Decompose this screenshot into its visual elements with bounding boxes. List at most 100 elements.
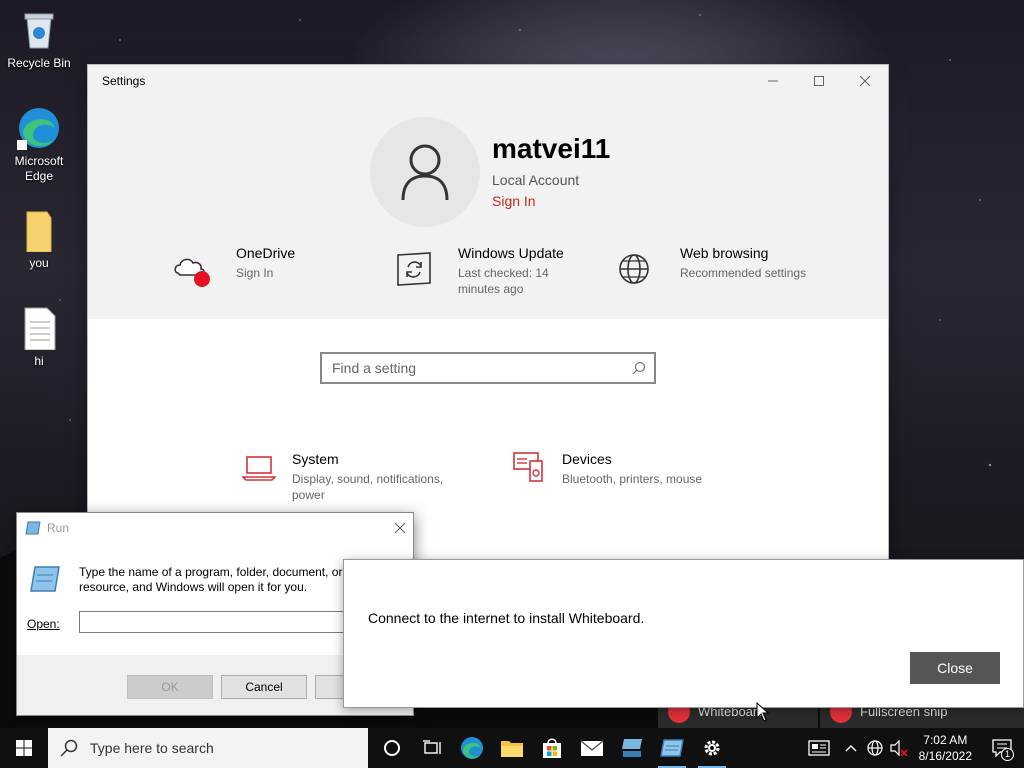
recycle-bin-icon (24, 13, 54, 49)
taskbar-search-placeholder: Type here to search (90, 740, 214, 756)
start-button[interactable] (0, 728, 48, 768)
run-description: Type the name of a program, folder, docu… (79, 565, 343, 594)
devices-icon (513, 452, 543, 482)
run-titlebar[interactable]: Run (17, 513, 413, 543)
search-icon (60, 739, 78, 757)
settings-search-input[interactable]: Find a setting (320, 352, 656, 384)
clock-date: 8/16/2022 (918, 749, 972, 763)
settings-titlebar[interactable]: Settings (88, 65, 888, 97)
store-bag-icon (543, 738, 561, 758)
category-subtitle: Display, sound, notifications, power (292, 472, 444, 502)
sign-in-link[interactable]: Sign In (492, 193, 536, 209)
ok-button[interactable]: OK (127, 675, 213, 699)
text-file-icon (24, 307, 56, 350)
desktop-icon-label: hi (34, 354, 44, 368)
globe-icon (619, 254, 649, 284)
desktop-icon-label: you (29, 256, 49, 270)
clock[interactable]: 7:02 AM 8/16/2022 (911, 732, 980, 764)
tile-name: OneDrive (236, 245, 296, 261)
desktop-icon-label: Microsoft Edge (14, 154, 64, 183)
category-name: System (292, 451, 339, 467)
close-button[interactable] (842, 65, 888, 97)
desktop-icon-folder-you[interactable]: you (0, 208, 78, 271)
taskbar-app-a[interactable] (612, 728, 652, 768)
maximize-icon (814, 76, 824, 86)
avatar[interactable] (370, 117, 480, 227)
run-title: Run (47, 521, 70, 535)
volume-button[interactable] (887, 728, 911, 768)
minimize-button[interactable] (750, 65, 796, 97)
tile-onedrive[interactable]: OneDrive Sign In (172, 245, 372, 305)
account-header: matvei11 Local Account Sign In OneDrive … (88, 97, 888, 319)
taskbar-run[interactable] (652, 728, 692, 768)
search-placeholder: Find a setting (332, 360, 417, 376)
run-icon (660, 739, 684, 757)
laptop-icon (242, 456, 276, 481)
gear-icon (704, 740, 720, 756)
folder-icon (501, 741, 523, 757)
notification-count-badge: 1 (1001, 748, 1014, 761)
close-icon (860, 76, 870, 86)
edge-icon (461, 737, 483, 759)
notification-center-button[interactable]: 1 (980, 728, 1024, 768)
news-icon (807, 740, 830, 756)
edge-icon (17, 108, 59, 150)
settings-window: Settings matvei11 Local Account Sign In (88, 65, 888, 560)
mail-icon (580, 740, 604, 756)
news-button[interactable] (799, 728, 839, 768)
whiteboard-toast: Connect to the internet to install White… (343, 559, 1024, 708)
tile-name: Web browsing (680, 245, 769, 261)
taskbar-mail[interactable] (572, 728, 612, 768)
tile-subtitle: Sign In (236, 266, 274, 280)
task-view-button[interactable] (412, 728, 452, 768)
open-label: Open: (27, 617, 60, 631)
close-icon[interactable] (395, 523, 405, 533)
onedrive-cloud-icon (174, 258, 210, 287)
category-system[interactable]: System Display, sound, notifications, po… (242, 451, 482, 511)
tile-name: Windows Update (458, 245, 564, 261)
desktop-icon-file-hi[interactable]: hi (0, 306, 78, 369)
cortana-button[interactable] (372, 728, 412, 768)
window-title: Settings (102, 74, 146, 88)
mouse-cursor-icon (756, 702, 770, 722)
network-button[interactable] (863, 728, 887, 768)
show-hidden-icons-button[interactable] (839, 728, 863, 768)
volume-muted-icon (890, 740, 908, 756)
run-icon (25, 521, 41, 535)
tile-windows-update[interactable]: Windows Update Last checked: 14 minutes … (394, 245, 594, 305)
toast-message: Connect to the internet to install White… (368, 610, 645, 626)
taskbar: Type here to search 7:02 AM 8/16/2022 1 (0, 728, 1024, 768)
tile-web-browsing[interactable]: Web browsing Recommended settings (616, 245, 816, 305)
cortana-circle-icon (384, 740, 400, 756)
taskbar-edge[interactable] (452, 728, 492, 768)
search-icon (632, 361, 646, 375)
taskbar-file-explorer[interactable] (492, 728, 532, 768)
clock-time: 7:02 AM (923, 733, 968, 747)
cancel-button[interactable]: Cancel (221, 675, 307, 699)
open-input[interactable] (79, 611, 369, 633)
taskbar-store[interactable] (532, 728, 572, 768)
folder-icon (26, 211, 52, 252)
minimize-icon (768, 80, 778, 82)
category-subtitle: Bluetooth, printers, mouse (562, 472, 703, 486)
tile-subtitle: Recommended settings (680, 266, 807, 280)
globe-network-icon (867, 740, 883, 756)
taskbar-settings[interactable] (692, 728, 732, 768)
user-icon (401, 144, 449, 201)
chevron-up-icon (845, 745, 857, 752)
desktop-icon-recycle-bin[interactable]: Recycle Bin (0, 8, 78, 71)
tile-subtitle: Last checked: 14 minutes ago (458, 266, 549, 296)
system-tray: 7:02 AM 8/16/2022 1 (799, 728, 1024, 768)
desktop-icon-label: Recycle Bin (7, 56, 71, 70)
user-name: matvei11 (492, 133, 611, 164)
category-devices[interactable]: Devices Bluetooth, printers, mouse (512, 451, 752, 511)
taskbar-search-box[interactable]: Type here to search (48, 728, 368, 768)
windows-logo-icon (16, 740, 32, 756)
account-type: Local Account (492, 172, 580, 188)
run-program-icon (30, 566, 60, 592)
desktop-icon-edge[interactable]: Microsoft Edge (0, 106, 78, 184)
terminal-icon (622, 739, 642, 757)
maximize-button[interactable] (796, 65, 842, 97)
task-view-icon (423, 740, 441, 754)
toast-close-button[interactable]: Close (910, 652, 1000, 684)
